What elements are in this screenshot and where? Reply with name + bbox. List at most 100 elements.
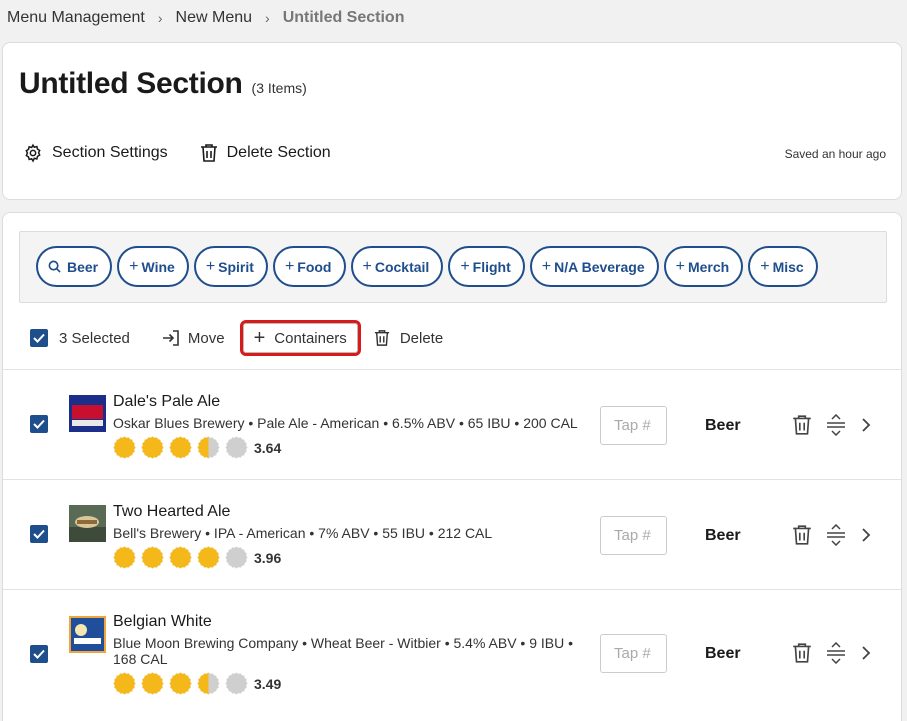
check-icon bbox=[33, 333, 45, 343]
rating: 3.49 bbox=[113, 672, 281, 695]
section-settings-label: Section Settings bbox=[52, 144, 168, 161]
delete-section-label: Delete Section bbox=[226, 144, 331, 161]
pill-beer-search[interactable]: Beer bbox=[36, 246, 113, 287]
delete-label: Delete bbox=[399, 329, 444, 347]
move-icon bbox=[162, 330, 179, 346]
pill-label: Misc bbox=[772, 258, 804, 275]
search-icon bbox=[48, 260, 61, 273]
trash-icon[interactable] bbox=[792, 414, 812, 436]
select-all-checkbox[interactable] bbox=[30, 329, 48, 347]
item-meta: Blue Moon Brewing Company • Wheat Beer -… bbox=[113, 635, 574, 667]
category-pills: Beer + Wine + Spirit + Food + Cocktail + Flig… bbox=[36, 246, 823, 287]
items-card: Beer + Wine + Spirit + Food + Cocktail + Flig… bbox=[2, 212, 902, 721]
chevron-right-icon[interactable] bbox=[860, 525, 872, 545]
rating-star-icon bbox=[169, 436, 192, 459]
row-checkbox[interactable] bbox=[30, 415, 48, 433]
rating-score: 3.64 bbox=[254, 439, 282, 456]
trash-icon[interactable] bbox=[792, 642, 812, 664]
pill-label: N/A Beverage bbox=[554, 258, 645, 275]
rating-star-icon bbox=[197, 546, 220, 569]
chevron-right-icon[interactable] bbox=[860, 643, 872, 663]
dales-pale-ale-logo bbox=[69, 395, 106, 432]
rating-star-icon bbox=[197, 672, 220, 695]
selected-count: 3 Selected bbox=[59, 329, 130, 347]
pill-label: Cocktail bbox=[374, 258, 430, 275]
table-row[interactable]: Two Hearted Ale Bell's Brewery • IPA - A… bbox=[3, 479, 901, 589]
check-icon bbox=[33, 649, 45, 659]
pill-label: Beer bbox=[67, 258, 99, 275]
trash-icon bbox=[374, 330, 389, 346]
item-name[interactable]: Two Hearted Ale bbox=[113, 503, 230, 521]
rating-star-icon bbox=[169, 672, 192, 695]
row-actions bbox=[792, 642, 886, 664]
breadcrumb-new-menu[interactable]: New Menu bbox=[176, 9, 252, 27]
section-actions: Section Settings Delete Section bbox=[23, 143, 363, 163]
pill-merch[interactable]: + Merch bbox=[663, 246, 744, 287]
item-meta: Bell's Brewery • IPA - American • 7% ABV… bbox=[113, 525, 493, 541]
rating-star-icon bbox=[141, 546, 164, 569]
plus-icon: + bbox=[460, 257, 470, 275]
breadcrumb-menu-management[interactable]: Menu Management bbox=[7, 9, 145, 27]
blue-moon-logo bbox=[69, 616, 106, 653]
trash-icon[interactable] bbox=[792, 524, 812, 546]
drag-handle-icon[interactable] bbox=[826, 414, 846, 436]
rating-star-icon bbox=[225, 546, 248, 569]
rating: 3.64 bbox=[113, 436, 281, 459]
chevron-right-icon: › bbox=[157, 10, 163, 26]
row-actions bbox=[792, 414, 886, 436]
rating-stars bbox=[113, 436, 253, 459]
tap-number-input[interactable] bbox=[600, 406, 667, 445]
plus-icon: + bbox=[760, 257, 770, 275]
plus-icon: + bbox=[129, 257, 139, 275]
rating-star-icon bbox=[197, 436, 220, 459]
page-title: Untitled Section bbox=[19, 67, 243, 100]
drag-handle-icon[interactable] bbox=[826, 524, 846, 546]
rating-star-icon bbox=[113, 672, 136, 695]
section-settings-button[interactable]: Section Settings bbox=[23, 143, 168, 163]
rating-star-icon bbox=[169, 546, 192, 569]
section-header-card: Untitled Section (3 Items) Section Setti… bbox=[2, 42, 902, 200]
pill-na-beverage[interactable]: + N/A Beverage bbox=[529, 246, 659, 287]
rating-star-icon bbox=[225, 436, 248, 459]
rating-star-icon bbox=[225, 672, 248, 695]
move-button[interactable]: Move bbox=[162, 330, 225, 347]
tap-number-input[interactable] bbox=[600, 634, 667, 673]
drag-handle-icon[interactable] bbox=[826, 642, 846, 664]
chevron-right-icon: › bbox=[265, 10, 270, 26]
pill-misc[interactable]: + Misc bbox=[748, 246, 818, 287]
table-row[interactable]: Belgian White Blue Moon Brewing Company … bbox=[3, 589, 901, 719]
tap-number-input[interactable] bbox=[600, 516, 667, 555]
row-checkbox[interactable] bbox=[30, 645, 48, 663]
row-actions bbox=[792, 524, 886, 546]
item-name[interactable]: Dale's Pale Ale bbox=[113, 393, 220, 411]
item-name[interactable]: Belgian White bbox=[113, 613, 212, 631]
plus-icon: + bbox=[675, 257, 685, 275]
check-icon bbox=[33, 529, 45, 539]
plus-icon: + bbox=[284, 257, 295, 275]
delete-selected-button[interactable]: Delete bbox=[374, 329, 443, 347]
plus-icon: + bbox=[362, 257, 372, 275]
pill-food[interactable]: + Food bbox=[272, 246, 346, 287]
item-count: (3 Items) bbox=[251, 80, 307, 96]
category-filter-bar: Beer + Wine + Spirit + Food + Cocktail + Flig… bbox=[19, 231, 887, 303]
gear-icon bbox=[25, 143, 41, 163]
pill-wine[interactable]: + Wine bbox=[117, 246, 189, 287]
delete-section-button[interactable]: Delete Section bbox=[200, 143, 331, 163]
rating-star-icon bbox=[113, 436, 136, 459]
breadcrumb-current: Untitled Section bbox=[282, 9, 405, 26]
table-row[interactable]: Dale's Pale Ale Oskar Blues Brewery • Pa… bbox=[3, 369, 901, 479]
pill-flight[interactable]: + Flight bbox=[448, 246, 525, 287]
pill-label: Merch bbox=[687, 258, 730, 275]
section-title-row: Untitled Section (3 Items) bbox=[19, 67, 307, 101]
chevron-right-icon[interactable] bbox=[860, 415, 872, 435]
pill-cocktail[interactable]: + Cocktail bbox=[350, 246, 444, 287]
item-type: Beer bbox=[705, 527, 741, 544]
rating-star-icon bbox=[113, 546, 136, 569]
pill-spirit[interactable]: + Spirit bbox=[193, 246, 268, 287]
check-icon bbox=[33, 419, 45, 429]
pill-label: Flight bbox=[472, 258, 511, 275]
row-checkbox[interactable] bbox=[30, 525, 48, 543]
add-containers-button[interactable]: + Containers bbox=[239, 320, 361, 356]
select-all[interactable]: 3 Selected bbox=[30, 329, 130, 347]
rating: 3.96 bbox=[113, 546, 281, 569]
